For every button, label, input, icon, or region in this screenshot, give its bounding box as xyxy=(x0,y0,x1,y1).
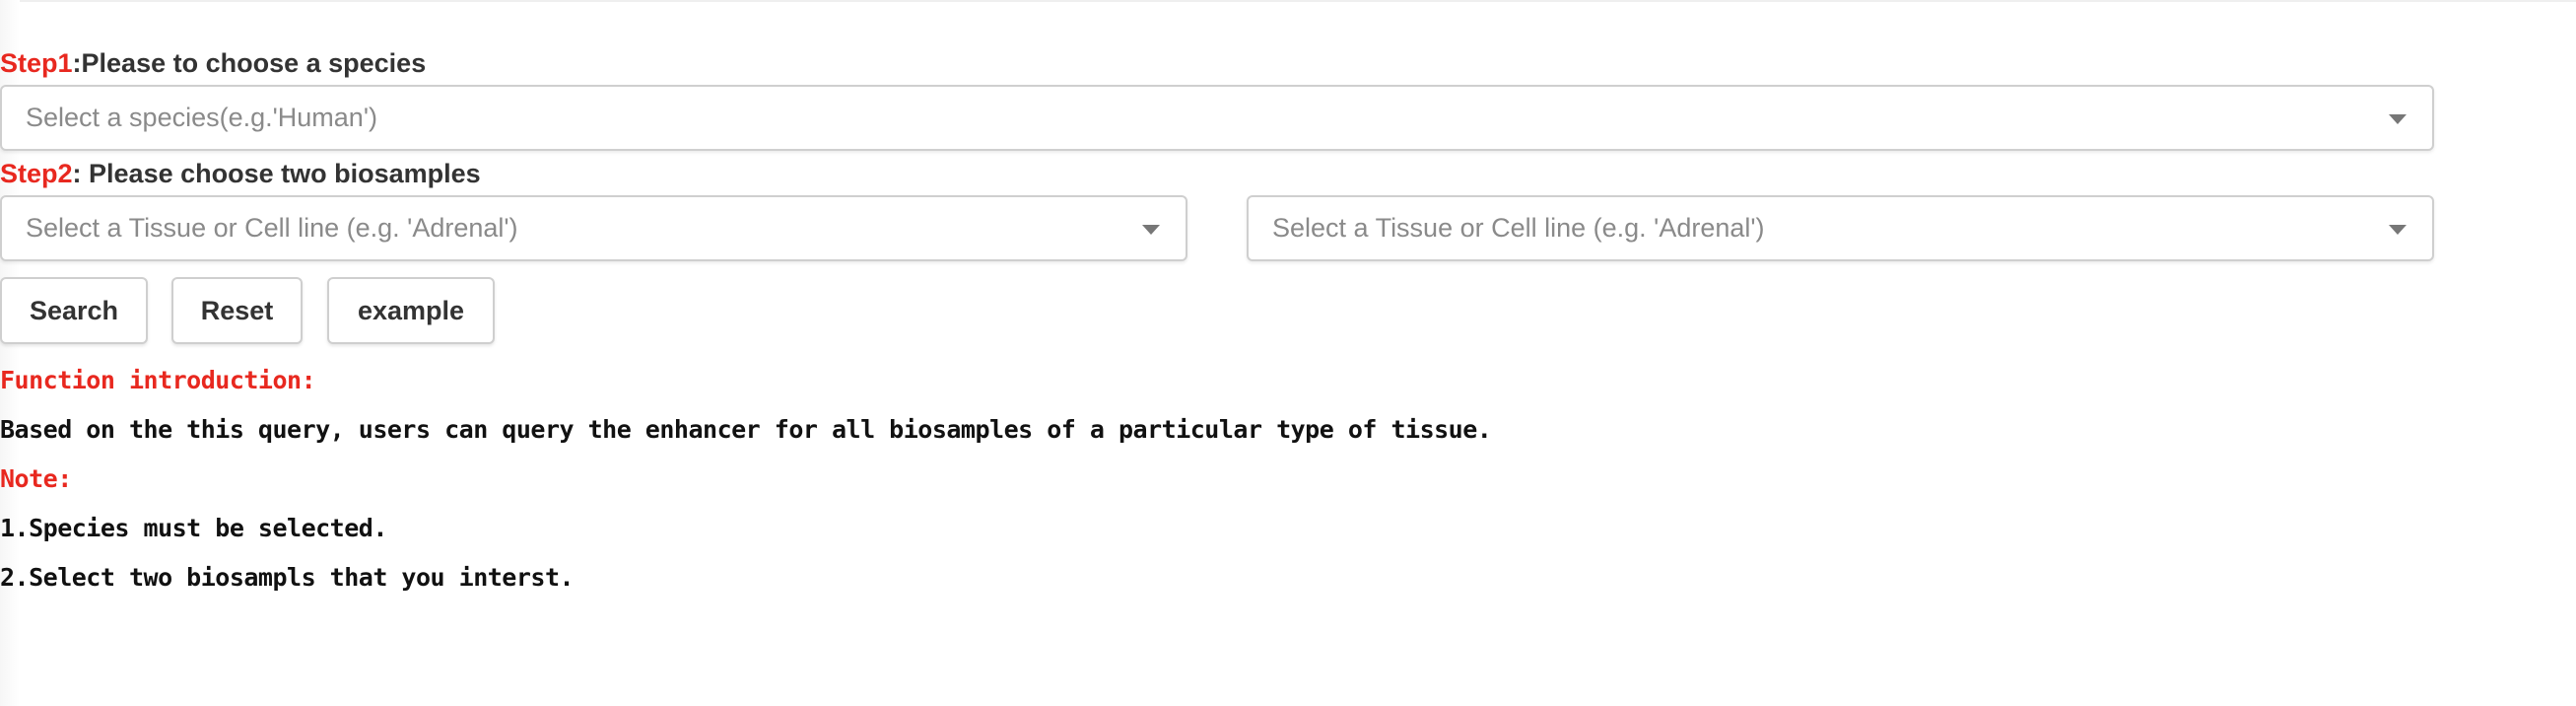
search-button[interactable]: Search xyxy=(0,277,148,344)
note-item: 1.Species must be selected. xyxy=(0,514,387,542)
function-introduction-text: Based on the this query, users can query… xyxy=(0,415,1492,444)
step1-number: Step1 xyxy=(0,48,73,78)
step1-label: Step1:Please to choose a species xyxy=(0,48,426,79)
chevron-down-icon xyxy=(2389,225,2407,235)
biosample2-select[interactable]: Select a Tissue or Cell line (e.g. 'Adre… xyxy=(1247,195,2434,261)
species-select[interactable]: Select a species(e.g.'Human') xyxy=(0,85,2434,151)
biosample2-select-placeholder: Select a Tissue or Cell line (e.g. 'Adre… xyxy=(1272,213,1765,243)
chevron-down-icon xyxy=(1142,225,1160,235)
reset-button[interactable]: Reset xyxy=(171,277,303,344)
biosample1-select[interactable]: Select a Tissue or Cell line (e.g. 'Adre… xyxy=(0,195,1187,261)
query-panel: Step1:Please to choose a species Select … xyxy=(0,0,2576,706)
species-select-placeholder: Select a species(e.g.'Human') xyxy=(26,103,377,132)
step2-label: Step2: Please choose two biosamples xyxy=(0,159,481,189)
example-button[interactable]: example xyxy=(327,277,495,344)
step2-number: Step2 xyxy=(0,159,73,188)
biosample1-select-placeholder: Select a Tissue or Cell line (e.g. 'Adre… xyxy=(26,213,518,243)
step1-text: :Please to choose a species xyxy=(72,48,427,78)
note-heading: Note: xyxy=(0,464,72,493)
step2-text: : Please choose two biosamples xyxy=(72,159,481,188)
function-introduction-heading: Function introduction: xyxy=(0,366,316,394)
note-item: 2.Select two biosampls that you interst. xyxy=(0,563,575,592)
chevron-down-icon xyxy=(2389,114,2407,124)
